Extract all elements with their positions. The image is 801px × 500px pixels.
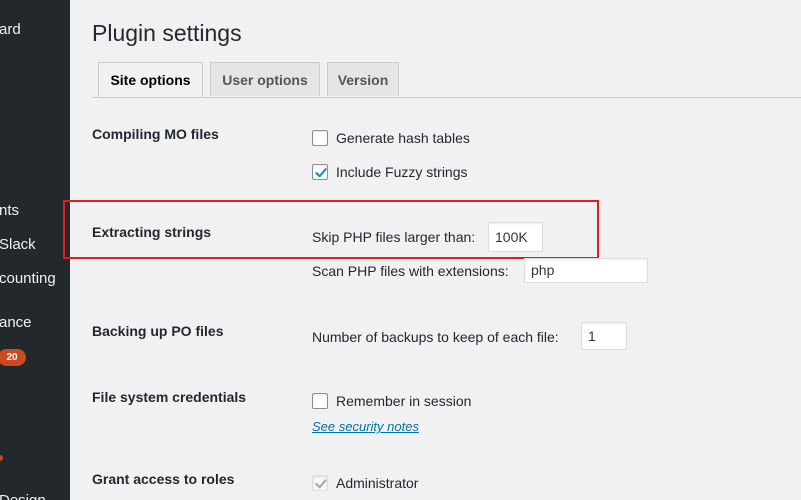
section-label-compiling: Compiling MO files [92, 126, 219, 142]
security-notes-link[interactable]: See security notes [312, 419, 419, 434]
tab-version[interactable]: Version [327, 62, 399, 96]
scan-extensions-input[interactable]: php [524, 258, 648, 283]
administrator-label[interactable]: Administrator [336, 475, 418, 491]
include-fuzzy-label[interactable]: Include Fuzzy strings [336, 164, 468, 180]
page-title: Plugin settings [92, 20, 242, 46]
remember-session-label[interactable]: Remember in session [336, 393, 471, 409]
sidebar-item-design[interactable]: Design [0, 492, 46, 500]
update-count-badge: 20 [0, 349, 26, 366]
tab-divider [92, 97, 801, 98]
section-label-extracting: Extracting strings [92, 224, 212, 240]
sidebar-item-slack[interactable]: Slack [0, 236, 36, 254]
sidebar-item-comments[interactable]: nts [0, 202, 19, 220]
section-label-filesystem: File system credentials [92, 389, 247, 405]
sidebar-item-accounting[interactable]: counting [0, 270, 56, 288]
tab-site-options[interactable]: Site options [98, 62, 203, 98]
remember-session-checkbox[interactable] [312, 393, 328, 409]
sidebar-item-dashboard[interactable]: ard [0, 21, 21, 39]
generate-hash-tables-label[interactable]: Generate hash tables [336, 130, 470, 146]
administrator-checkbox[interactable] [312, 475, 328, 491]
checkmark-icon [315, 168, 327, 178]
checkmark-icon [315, 479, 327, 489]
backups-count-label: Number of backups to keep of each file: [312, 329, 559, 345]
sidebar-item-appearance[interactable]: ance [0, 314, 32, 332]
tab-user-options[interactable]: User options [210, 62, 320, 96]
admin-sidebar: ard nts Slack counting ance 20 Design [0, 0, 70, 500]
scan-extensions-label: Scan PHP files with extensions: [312, 263, 509, 279]
main-content: Plugin settings Site options User option… [63, 0, 801, 500]
include-fuzzy-checkbox[interactable] [312, 164, 328, 180]
section-label-roles: Grant access to roles [92, 471, 235, 487]
section-label-backing: Backing up PO files [92, 323, 224, 339]
backups-count-input[interactable]: 1 [581, 322, 627, 350]
notification-dot [0, 455, 3, 461]
skip-php-size-label: Skip PHP files larger than: [312, 229, 476, 245]
generate-hash-tables-checkbox[interactable] [312, 130, 328, 146]
skip-php-size-input[interactable]: 100K [488, 222, 543, 252]
